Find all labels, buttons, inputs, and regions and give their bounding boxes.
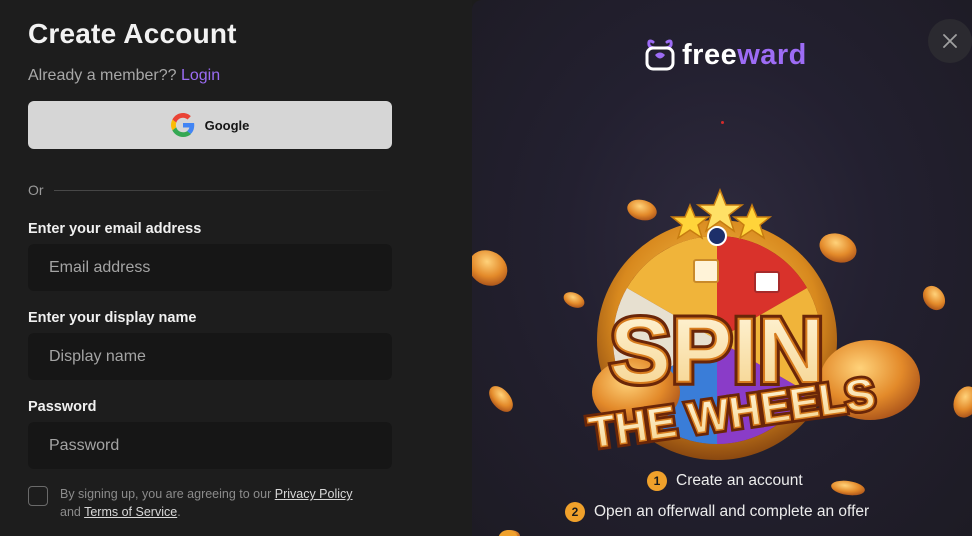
terms-of-service-link[interactable]: Terms of Service: [84, 505, 177, 519]
google-icon: [170, 113, 194, 137]
privacy-policy-link[interactable]: Privacy Policy: [275, 487, 353, 501]
coin: [472, 250, 508, 286]
coin: [489, 386, 513, 412]
terms-and: and: [60, 505, 81, 519]
coin: [819, 233, 857, 263]
google-signin-button[interactable]: Google: [28, 101, 392, 149]
terms-suffix: .: [177, 505, 181, 519]
coin: [831, 480, 865, 496]
display-name-field[interactable]: [28, 333, 392, 380]
coin: [563, 292, 585, 308]
terms-prefix: By signing up, you are agreeing to our: [60, 487, 272, 501]
step-number-badge: 1: [647, 471, 667, 491]
step-item-partial: [498, 530, 518, 536]
coin: [953, 386, 972, 418]
email-label: Enter your email address: [28, 221, 202, 237]
display-name-label: Enter your display name: [28, 310, 197, 326]
step-number-badge: [498, 530, 518, 536]
or-text: Or: [28, 182, 44, 198]
step-item: 2 Open an offerwall and complete an offe…: [565, 502, 869, 522]
promo-panel: freeward SPIN SPIN THE WHEELS THE WHEELS…: [472, 0, 972, 536]
step-text: Open an offerwall and complete an offer: [594, 503, 870, 520]
terms-row: By signing up, you are agreeing to our P…: [28, 485, 390, 521]
spin-the-wheels-illustration: SPIN SPIN THE WHEELS THE WHEELS: [472, 187, 972, 536]
password-label: Password: [28, 399, 97, 415]
terms-text: By signing up, you are agreeing to our P…: [60, 485, 390, 521]
member-prompt: Already a member?? Login: [28, 67, 220, 85]
close-icon: [943, 34, 957, 48]
page-title: Create Account: [28, 18, 237, 49]
close-button[interactable]: [928, 19, 972, 63]
or-divider: Or: [28, 182, 392, 198]
coin: [922, 285, 946, 311]
coin: [627, 199, 657, 221]
terms-checkbox[interactable]: [28, 486, 48, 506]
email-field[interactable]: [28, 244, 392, 291]
step-item: 1 Create an account: [647, 471, 803, 491]
password-field[interactable]: [28, 422, 392, 469]
signup-panel: Create Account Already a member?? Login …: [0, 0, 472, 536]
login-link[interactable]: Login: [181, 67, 220, 84]
step-text: Create an account: [676, 472, 803, 489]
step-number-badge: 2: [565, 502, 585, 522]
member-text: Already a member??: [28, 67, 177, 84]
divider-line: [53, 189, 392, 191]
google-button-label: Google: [204, 117, 250, 133]
